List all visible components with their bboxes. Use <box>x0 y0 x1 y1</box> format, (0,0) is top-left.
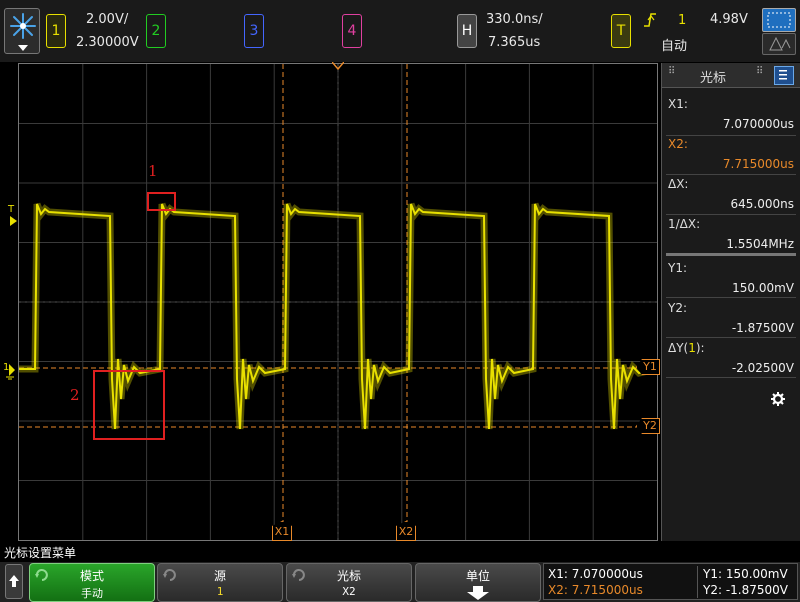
y2-label: Y2: <box>668 301 688 315</box>
inverse-dx-value: 1.5504MHz <box>726 237 794 251</box>
annotation-label-2: 2 <box>70 386 80 404</box>
trigger-source: 1 <box>678 13 687 28</box>
readout-y2: Y2: -1.87500V <box>703 583 788 597</box>
divider <box>666 214 796 215</box>
list-icon <box>779 70 787 80</box>
trigger-level: 4.98V <box>710 12 748 27</box>
divider <box>666 135 796 136</box>
channel3-button[interactable]: 3 <box>244 14 264 48</box>
down-arrow-icon <box>467 586 489 600</box>
up-arrow-icon <box>9 575 19 587</box>
channel1-button[interactable]: 1 <box>46 14 66 48</box>
mode-softkey[interactable]: 模式 手动 <box>29 563 155 602</box>
drag-handle-icon[interactable]: ⠿ <box>756 66 763 77</box>
dy-label: ΔY(1): <box>668 341 705 355</box>
y1-value: 150.00mV <box>732 281 794 295</box>
divider <box>666 337 796 338</box>
x1-value: 7.070000us <box>722 117 794 131</box>
rising-edge-icon <box>644 13 656 27</box>
divider <box>666 377 796 378</box>
channel1-offset: 2.30000V <box>76 35 139 50</box>
settings-gear-icon[interactable] <box>771 392 785 406</box>
delta-wave-icon <box>769 36 791 51</box>
annotation-box-1 <box>147 192 176 211</box>
x2-label: X2: <box>668 137 688 151</box>
units-softkey[interactable]: 单位 <box>415 563 541 602</box>
source-softkey[interactable]: 源 1 <box>157 563 283 602</box>
panel-header: ⠿ 光标 ⠿ <box>662 63 800 88</box>
ground-icon <box>6 364 15 380</box>
y2-value: -1.87500V <box>731 321 794 335</box>
panel-title: 光标 <box>700 71 727 86</box>
cursors-softkey[interactable]: 光标 X2 <box>286 563 412 602</box>
dy-value: -2.02500V <box>731 361 794 375</box>
readout-x1: X1: 7.070000us <box>548 567 643 581</box>
waveform-canvas <box>19 64 657 540</box>
zoom-box-icon <box>767 12 791 28</box>
trigger-level-arrow-icon <box>10 216 17 226</box>
horizontal-button[interactable]: H <box>457 14 477 48</box>
x1-label: X1: <box>668 97 688 111</box>
trigger-mode: 自动 <box>661 39 688 54</box>
y1-label: Y1: <box>668 261 688 275</box>
annotation-label-1: 1 <box>148 162 158 180</box>
divider <box>666 174 796 175</box>
cursor-readout: X1: 7.070000us X2: 7.715000us Y1: 150.00… <box>543 563 798 600</box>
readout-x2: X2: 7.715000us <box>548 583 643 597</box>
dx-value: 645.000ns <box>730 197 794 211</box>
x2-value: 7.715000us <box>722 157 794 171</box>
keysight-logo-icon <box>10 13 36 39</box>
annotation-box-2 <box>93 370 165 440</box>
logo-menu-button[interactable] <box>4 8 40 54</box>
back-button[interactable] <box>5 564 23 599</box>
trigger-level-marker[interactable]: T <box>8 204 14 215</box>
zoom-select-button[interactable] <box>762 8 796 32</box>
channel2-button[interactable]: 2 <box>146 14 166 48</box>
cursor-info-panel: ⠿ 光标 ⠿ X1: 7.070000us X2: 7.715000us ΔX:… <box>661 63 800 541</box>
channel4-button[interactable]: 4 <box>342 14 362 48</box>
dropdown-arrow-icon <box>18 45 28 51</box>
dx-label: ΔX: <box>668 177 689 191</box>
trigger-time-marker-icon <box>332 62 344 70</box>
divider <box>666 253 796 256</box>
rotate-knob-icon <box>35 569 48 581</box>
waveform-display[interactable] <box>18 63 658 541</box>
waveform-draw-button[interactable] <box>762 33 796 55</box>
rotate-knob-icon <box>163 569 176 581</box>
inverse-dx-label: 1/ΔX: <box>668 217 701 231</box>
drag-handle-icon[interactable]: ⠿ <box>668 66 675 77</box>
rotate-knob-icon <box>292 569 305 581</box>
trigger-button[interactable]: T <box>611 14 631 48</box>
time-per-div: 330.0ns/ <box>486 12 543 27</box>
channel1-scale: 2.00V/ <box>86 12 129 27</box>
readout-y1: Y1: 150.00mV <box>703 567 788 581</box>
readout-divider <box>697 566 698 598</box>
panel-menu-icon[interactable] <box>774 66 794 85</box>
menu-title: 光标设置菜单 <box>4 546 77 560</box>
horizontal-delay: 7.365us <box>488 35 541 50</box>
divider <box>666 297 796 298</box>
